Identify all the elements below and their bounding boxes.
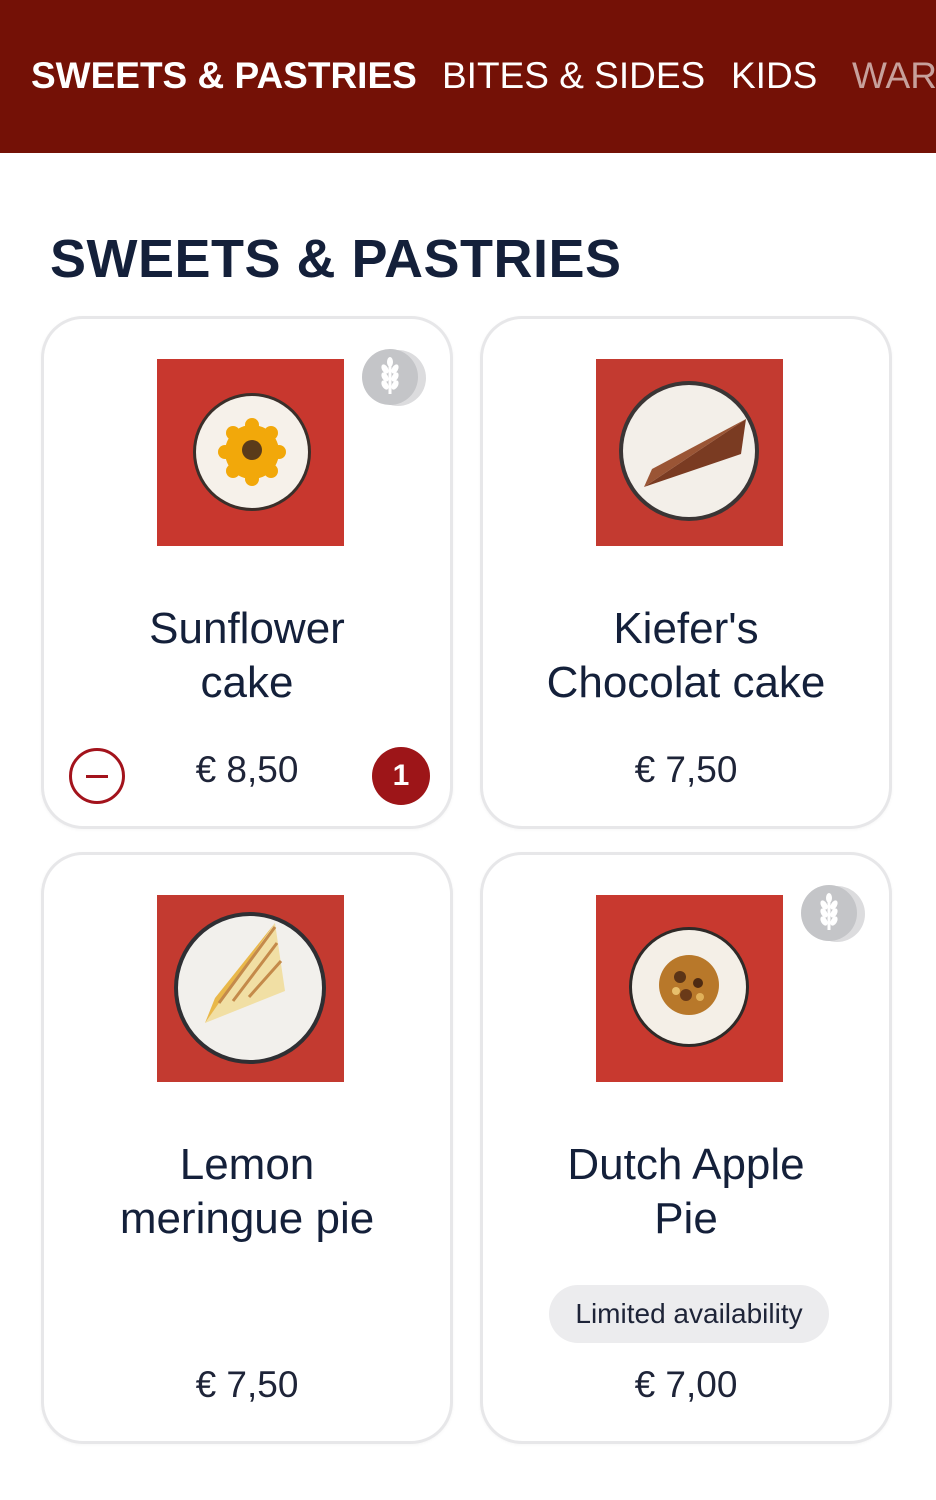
tab-sweets-pastries[interactable]: SWEETS & PASTRIES (31, 52, 417, 100)
tab-warm[interactable]: WAR (852, 52, 936, 100)
product-price: € 7,50 (634, 749, 738, 790)
product-name-line: Lemon (179, 1140, 315, 1189)
product-name: Dutch Apple Pie (503, 1138, 869, 1246)
product-name-line: cake (200, 658, 294, 707)
product-name: Kiefer's Chocolat cake (503, 602, 869, 710)
wheat-icon (801, 885, 865, 942)
tab-bites-sides[interactable]: BITES & SIDES (442, 52, 705, 100)
product-photo (596, 359, 783, 546)
category-nav: SWEETS & PASTRIES BITES & SIDES KIDS WAR (0, 0, 936, 153)
product-name-line: Sunflower (149, 604, 345, 653)
limited-availability-badge: Limited availability (549, 1285, 829, 1343)
product-price: € 7,00 (634, 1364, 738, 1405)
product-card-sunflower-cake[interactable]: Sunflower cake € 8,50 1 (41, 316, 453, 829)
product-price: € 7,50 (195, 1364, 299, 1405)
product-name-line: Kiefer's (613, 604, 759, 653)
product-card-dutch-apple-pie[interactable]: Dutch Apple Pie Limited availability € 7… (480, 852, 892, 1444)
section-title: SWEETS & PASTRIES (50, 229, 622, 289)
product-name: Sunflower cake (64, 602, 430, 710)
wheat-icon (362, 349, 426, 406)
product-name: Lemon meringue pie (64, 1138, 430, 1246)
product-name-line: Chocolat cake (546, 658, 826, 707)
product-photo (157, 895, 344, 1082)
product-card-chocolat-cake[interactable]: Kiefer's Chocolat cake € 7,50 (480, 316, 892, 829)
product-photo (157, 359, 344, 546)
product-photo (596, 895, 783, 1082)
product-name-line: Dutch Apple (567, 1140, 805, 1189)
tab-kids[interactable]: KIDS (731, 52, 817, 100)
quantity-badge: 1 (372, 747, 430, 805)
product-name-line: meringue pie (119, 1194, 375, 1243)
product-card-lemon-meringue-pie[interactable]: Lemon meringue pie € 7,50 (41, 852, 453, 1444)
product-name-line: Pie (654, 1194, 718, 1243)
